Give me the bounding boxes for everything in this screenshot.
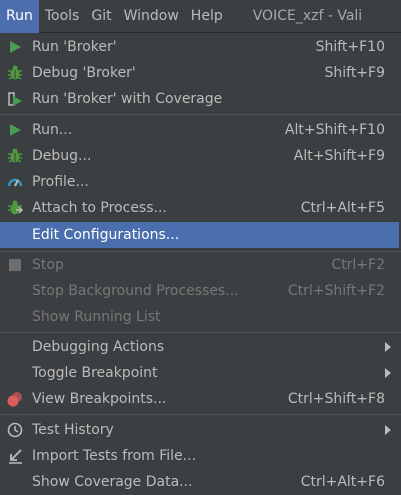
menu-item-label: Show Running List — [32, 309, 161, 325]
menu-item-test-history[interactable]: Test History — [0, 417, 399, 443]
submenu-arrow-icon — [385, 342, 391, 352]
menu-item-label: View Breakpoints... — [32, 391, 167, 407]
menu-item-attach-to-process[interactable]: Attach to Process... Ctrl+Alt+F5 — [0, 195, 399, 221]
menu-item-label: Edit Configurations... — [32, 227, 180, 243]
menu-item-shortcut: Ctrl+Shift+F8 — [287, 391, 385, 407]
menu-item-shortcut: Ctrl+Alt+F6 — [300, 474, 385, 490]
menu-item-debugging-actions[interactable]: Debugging Actions — [0, 334, 399, 360]
menu-item-edit-configurations[interactable]: Edit Configurations... — [0, 222, 399, 248]
menu-item-label: Run... — [32, 122, 73, 138]
menu-tools-label: Tools — [44, 8, 80, 24]
menu-item-label: Run 'Broker' with Coverage — [32, 91, 223, 107]
menu-separator — [0, 332, 401, 333]
menu-item-shortcut: Shift+F10 — [315, 39, 385, 55]
import-icon — [6, 447, 24, 465]
menu-item-debug-broker[interactable]: Debug 'Broker' Shift+F9 — [0, 60, 399, 86]
menu-git[interactable]: Git — [85, 0, 117, 33]
submenu-arrow-icon — [385, 368, 391, 378]
menu-window[interactable]: Window — [118, 0, 185, 33]
menu-bar: Run Tools Git Window Help VOICE_xzf - Va… — [0, 0, 401, 33]
menu-item-label: Import Tests from File... — [32, 448, 197, 464]
menu-item-label: Run 'Broker' — [32, 39, 117, 55]
menu-item-show-coverage-data[interactable]: Show Coverage Data... Ctrl+Alt+F6 — [0, 469, 399, 495]
history-icon — [6, 421, 24, 439]
menu-item-label: Test History — [32, 422, 114, 438]
menu-item-label: Attach to Process... — [32, 200, 167, 216]
stop-icon — [6, 256, 24, 274]
menu-window-label: Window — [123, 8, 179, 24]
menu-help[interactable]: Help — [185, 0, 229, 33]
run-icon — [6, 121, 24, 139]
menu-item-label: Profile... — [32, 174, 89, 190]
menu-item-shortcut: Alt+Shift+F10 — [284, 122, 385, 138]
coverage-icon — [6, 90, 24, 108]
menu-separator — [0, 414, 401, 415]
debug-icon — [6, 147, 24, 165]
menu-item-debug[interactable]: Debug... Alt+Shift+F9 — [0, 143, 399, 169]
menu-git-label: Git — [91, 8, 112, 24]
menu-item-label: Stop Background Processes... — [32, 283, 239, 299]
menu-item-stop-background-processes[interactable]: Stop Background Processes... Ctrl+Shift+… — [0, 278, 399, 304]
menu-run-label: Run — [6, 8, 33, 24]
menu-separator — [0, 114, 401, 115]
menu-item-label: Show Coverage Data... — [32, 474, 193, 490]
menu-item-profile[interactable]: Profile... — [0, 169, 399, 195]
menu-item-view-breakpoints[interactable]: View Breakpoints... Ctrl+Shift+F8 — [0, 386, 399, 412]
menu-item-show-running-list[interactable]: Show Running List — [0, 304, 399, 330]
menu-item-label: Debugging Actions — [32, 339, 165, 355]
menu-item-shortcut: Ctrl+F2 — [331, 257, 385, 273]
debug-icon — [6, 64, 24, 82]
menu-item-stop[interactable]: Stop Ctrl+F2 — [0, 252, 399, 278]
menu-item-run[interactable]: Run... Alt+Shift+F10 — [0, 117, 399, 143]
profile-icon — [6, 173, 24, 191]
menu-help-label: Help — [190, 8, 223, 24]
menu-item-import-tests[interactable]: Import Tests from File... — [0, 443, 399, 469]
menu-item-label: Debug 'Broker' — [32, 65, 136, 81]
menu-item-shortcut: Alt+Shift+F9 — [293, 148, 385, 164]
submenu-arrow-icon — [385, 425, 391, 435]
menu-run[interactable]: Run — [0, 0, 39, 33]
run-icon — [6, 38, 24, 56]
menu-tools[interactable]: Tools — [39, 0, 86, 33]
window-title: VOICE_xzf - Vali — [252, 8, 363, 24]
menu-item-label: Debug... — [32, 148, 92, 164]
menu-item-run-with-coverage[interactable]: Run 'Broker' with Coverage — [0, 86, 399, 112]
menu-item-shortcut: Ctrl+Shift+F2 — [287, 283, 385, 299]
menu-item-toggle-breakpoint[interactable]: Toggle Breakpoint — [0, 360, 399, 386]
menu-item-run-broker[interactable]: Run 'Broker' Shift+F10 — [0, 34, 399, 60]
run-dropdown-menu: Run 'Broker' Shift+F10 Debug 'Broker' Sh… — [0, 33, 401, 495]
menu-item-label: Toggle Breakpoint — [32, 365, 158, 381]
breakpoints-icon — [6, 390, 24, 408]
attach-debugger-icon — [6, 199, 24, 217]
menu-item-shortcut: Ctrl+Alt+F5 — [300, 200, 385, 216]
menu-item-shortcut: Shift+F9 — [324, 65, 385, 81]
menu-item-label: Stop — [32, 257, 64, 273]
